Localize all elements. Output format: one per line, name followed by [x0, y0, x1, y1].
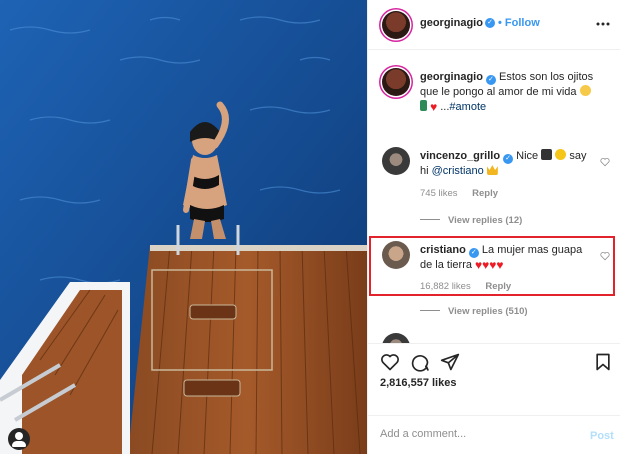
post-like-count[interactable]: 2,816,557 likes — [380, 377, 456, 389]
comment-text-b: say — [569, 150, 587, 162]
comment-avatar[interactable] — [382, 333, 410, 343]
comment-mention[interactable]: @cristiano — [432, 165, 484, 177]
comment-input[interactable] — [380, 428, 570, 440]
caption-username[interactable]: georginagio — [420, 71, 483, 83]
comment-text: vincenzo_grillo ✓ Nice say hi @cristiano — [420, 149, 598, 179]
reply-button[interactable]: Reply — [472, 188, 498, 199]
sparkle-emoji-icon — [555, 149, 567, 160]
comment-composer: Post — [368, 415, 620, 454]
post-sidebar: georginagio ✓ • Follow georginagio ✓ Esto… — [367, 0, 620, 454]
caption: georginagio ✓ Estos son los ojitos que le… — [382, 68, 614, 128]
post-comment-button[interactable]: Post — [590, 430, 614, 442]
verified-badge-icon: ✓ — [485, 18, 495, 28]
post-photo[interactable] — [0, 0, 367, 454]
post-header: georginagio ✓ • Follow — [368, 0, 620, 50]
like-heart-icon[interactable] — [380, 352, 400, 372]
comment-username[interactable]: vincenzo_grillo — [420, 150, 500, 162]
comment-bubble-icon[interactable] — [410, 352, 430, 372]
tagged-users-icon[interactable] — [8, 428, 30, 450]
post-actions: 2,816,557 likes — [368, 343, 620, 403]
caption-hashtag[interactable]: #amote — [449, 101, 486, 113]
highlight-box — [369, 236, 615, 296]
verified-badge-icon: ✓ — [485, 75, 496, 85]
view-replies-button[interactable]: View replies (12) — [420, 215, 522, 226]
photo-illustration — [0, 0, 367, 454]
follow-label: Follow — [504, 17, 540, 29]
camera-emoji-icon — [541, 149, 553, 160]
follow-button[interactable]: • Follow — [498, 17, 540, 29]
author-avatar[interactable] — [382, 11, 410, 39]
caption-line-2: que le pongo al amor de mi vida — [420, 86, 577, 98]
caption-line-1: Estos son los ojitos — [499, 71, 594, 83]
grin-emoji-icon — [579, 85, 591, 96]
more-options-icon[interactable] — [595, 16, 611, 32]
comment-item-partial — [382, 333, 614, 343]
view-replies-button[interactable]: View replies (510) — [420, 306, 528, 317]
like-comment-heart-icon[interactable] — [600, 157, 610, 167]
share-paper-plane-icon[interactable] — [440, 352, 460, 372]
crown-emoji-icon — [486, 165, 498, 175]
bottle-emoji-icon — [420, 100, 427, 111]
author-username[interactable]: georginagio — [420, 17, 483, 29]
comments-list[interactable]: georginagio ✓ Estos son los ojitos que le… — [368, 51, 620, 343]
caption-text: georginagio ✓ Estos son los ojitos que le… — [420, 70, 598, 115]
caption-avatar[interactable] — [382, 68, 410, 96]
verified-badge-icon: ✓ — [503, 154, 514, 164]
comment-meta: 745 likes Reply — [420, 188, 510, 199]
red-heart-emoji-icon: ♥ — [430, 100, 438, 114]
comment-avatar[interactable] — [382, 147, 410, 175]
comment-like-count[interactable]: 745 likes — [420, 188, 458, 199]
comment-text-c: hi — [420, 165, 429, 177]
save-bookmark-icon[interactable] — [593, 352, 613, 372]
comment-text-a: Nice — [516, 150, 539, 162]
follow-separator: • — [498, 17, 502, 29]
